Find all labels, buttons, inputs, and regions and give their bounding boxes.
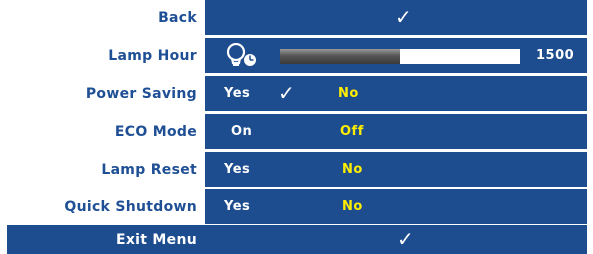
lamp-reset-option-no[interactable]: No — [342, 152, 363, 187]
lamp-hour-number: 1500 — [536, 48, 575, 63]
lamp-hour-label: Lamp Hour — [7, 38, 202, 73]
osd-menu: Back ✓ Lamp Hour 1500 Power Saving Yes ✓… — [0, 0, 593, 254]
menu-row-lamp-reset[interactable]: Lamp Reset Yes No — [7, 152, 587, 187]
eco-mode-label: ECO Mode — [7, 114, 202, 149]
eco-mode-option-on[interactable]: On — [231, 114, 252, 149]
quick-shutdown-option-no[interactable]: No — [342, 189, 363, 224]
check-icon: ✓ — [278, 81, 295, 105]
lamp-reset-value[interactable]: Yes No — [205, 152, 587, 187]
eco-mode-value[interactable]: On Off — [205, 114, 587, 149]
menu-row-power-saving[interactable]: Power Saving Yes ✓ No — [7, 76, 587, 111]
quick-shutdown-option-yes[interactable]: Yes — [224, 189, 250, 224]
menu-row-eco-mode[interactable]: ECO Mode On Off — [7, 114, 587, 149]
back-label: Back — [7, 0, 202, 35]
lamp-hour-icon — [226, 43, 257, 67]
power-saving-option-no[interactable]: No — [338, 76, 359, 111]
eco-mode-option-off[interactable]: Off — [340, 114, 364, 149]
back-value[interactable]: ✓ — [205, 0, 587, 35]
lamp-hour-bar-fill — [280, 49, 400, 64]
exit-menu-label: Exit Menu — [115, 231, 197, 248]
lamp-hour-value: 1500 — [205, 38, 587, 73]
check-icon: ✓ — [397, 227, 414, 251]
power-saving-option-yes[interactable]: Yes — [224, 76, 250, 111]
menu-row-quick-shutdown[interactable]: Quick Shutdown Yes No — [7, 189, 587, 224]
menu-row-exit[interactable]: Exit Menu ✓ — [7, 225, 587, 254]
lamp-hour-bar — [280, 49, 520, 64]
menu-row-lamp-hour: Lamp Hour 1500 — [7, 38, 587, 73]
lamp-reset-option-yes[interactable]: Yes — [224, 152, 250, 187]
menu-row-back[interactable]: Back ✓ — [7, 0, 587, 35]
quick-shutdown-label: Quick Shutdown — [7, 189, 202, 224]
power-saving-label: Power Saving — [7, 76, 202, 111]
quick-shutdown-value[interactable]: Yes No — [205, 189, 587, 224]
check-icon: ✓ — [395, 5, 412, 29]
lamp-reset-label: Lamp Reset — [7, 152, 202, 187]
power-saving-value[interactable]: Yes ✓ No — [205, 76, 587, 111]
